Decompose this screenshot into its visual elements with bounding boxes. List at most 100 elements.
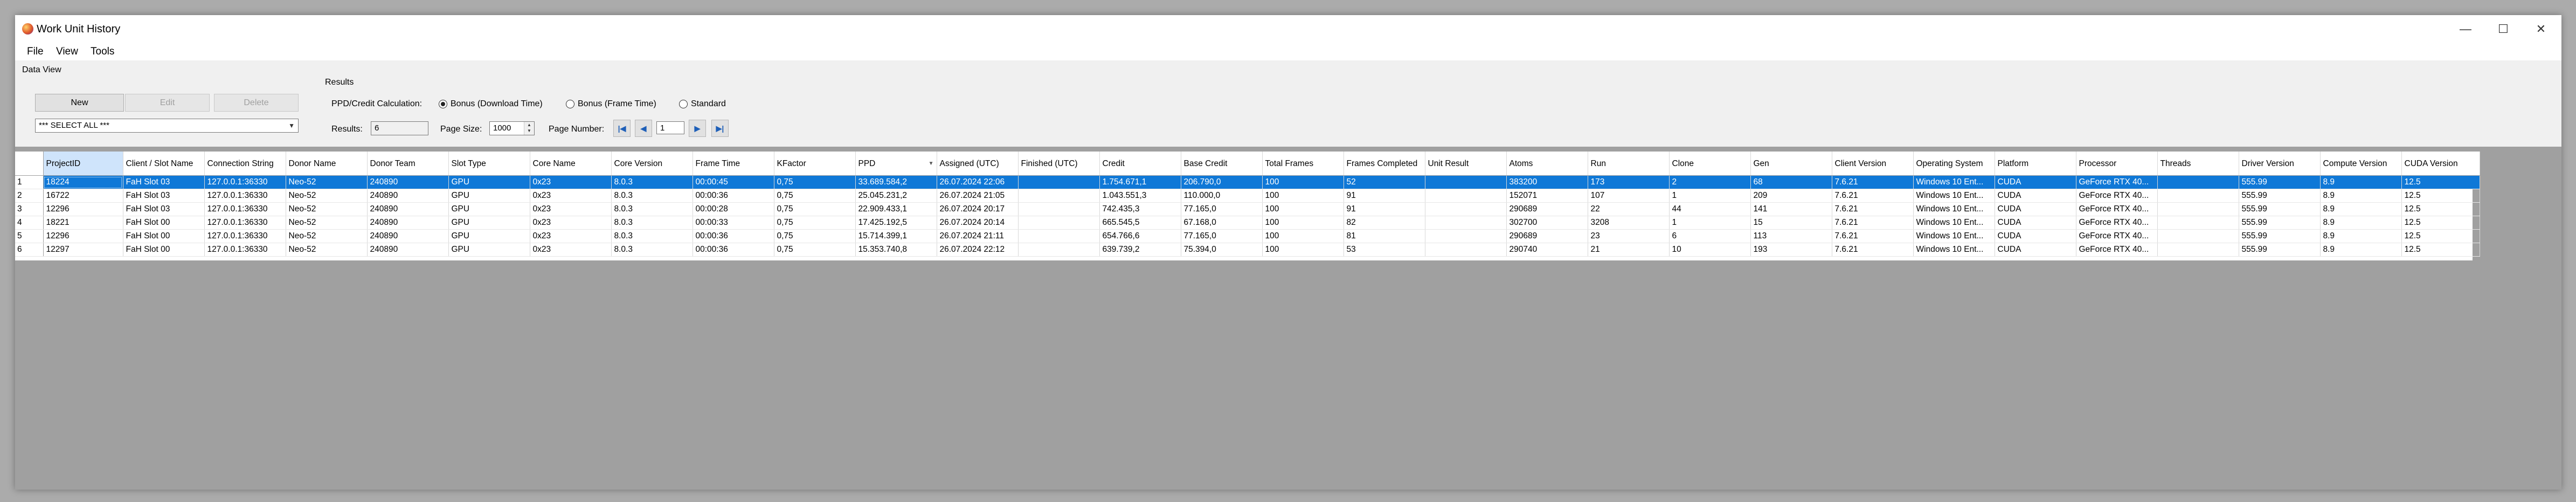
table-cell[interactable]: 240890 (367, 202, 449, 216)
table-cell[interactable]: 77.165,0 (1181, 229, 1263, 243)
table-cell[interactable]: 15.353.740,8 (855, 243, 937, 257)
table-cell[interactable] (1018, 216, 1100, 230)
table-cell[interactable]: 141 (1750, 202, 1832, 216)
table-cell[interactable]: 240890 (367, 175, 449, 189)
table-cell[interactable]: 0x23 (530, 216, 612, 230)
column-header[interactable]: Connection String (204, 152, 286, 176)
column-header[interactable]: Core Name (530, 152, 612, 176)
table-cell[interactable]: 100 (1262, 229, 1344, 243)
table-cell[interactable]: 22.909.433,1 (855, 202, 937, 216)
row-header-corner[interactable] (15, 152, 44, 176)
table-cell[interactable]: CUDA (1995, 202, 2076, 216)
table-cell[interactable]: 152071 (1506, 189, 1588, 203)
previous-page-button[interactable]: ◀ (635, 120, 652, 137)
table-cell[interactable]: CUDA (1995, 229, 2076, 243)
table-cell[interactable]: 00:00:45 (693, 175, 774, 189)
table-cell[interactable]: 0,75 (774, 189, 856, 203)
first-page-button[interactable]: |◀ (613, 120, 631, 137)
table-cell[interactable]: 26.07.2024 21:11 (937, 229, 1019, 243)
table-cell[interactable] (1425, 243, 1507, 257)
table-cell[interactable]: Neo-52 (286, 202, 368, 216)
table-cell[interactable]: 639.739,2 (1099, 243, 1181, 257)
column-header[interactable]: Donor Team (367, 152, 449, 176)
column-header[interactable]: Assigned (UTC) (937, 152, 1019, 176)
column-header[interactable]: Slot Type (448, 152, 530, 176)
table-cell[interactable]: 00:00:33 (693, 216, 774, 230)
table-cell[interactable]: 127.0.0.1:36330 (204, 189, 286, 203)
table-cell[interactable]: 33.689.584,2 (855, 175, 937, 189)
table-cell[interactable]: 12.5 (2401, 202, 2480, 216)
table-cell[interactable]: GPU (448, 189, 530, 203)
row-number[interactable]: 5 (15, 229, 44, 243)
table-cell[interactable] (2157, 202, 2239, 216)
column-header[interactable]: Core Version (611, 152, 693, 176)
table-cell[interactable]: 290689 (1506, 229, 1588, 243)
table-cell[interactable]: 53 (1344, 243, 1425, 257)
table-cell[interactable]: 110.000,0 (1181, 189, 1263, 203)
table-cell[interactable]: 7.6.21 (1832, 229, 1914, 243)
last-page-button[interactable]: ▶| (711, 120, 729, 137)
table-cell[interactable]: CUDA (1995, 243, 2076, 257)
column-header[interactable]: CUDA Version (2401, 152, 2480, 176)
table-cell[interactable]: GPU (448, 202, 530, 216)
table-cell[interactable]: Neo-52 (286, 175, 368, 189)
data-view-select[interactable]: *** SELECT ALL *** ▼ (35, 119, 299, 133)
table-cell[interactable]: 82 (1344, 216, 1425, 230)
table-cell[interactable]: 00:00:28 (693, 202, 774, 216)
table-cell[interactable]: GPU (448, 216, 530, 230)
table-cell[interactable]: 127.0.0.1:36330 (204, 229, 286, 243)
table-cell[interactable]: 8.0.3 (611, 229, 693, 243)
table-cell[interactable]: 555.99 (2239, 229, 2321, 243)
menu-view[interactable]: View (56, 46, 78, 58)
table-cell[interactable]: 1.754.671,1 (1099, 175, 1181, 189)
table-cell[interactable]: 193 (1750, 243, 1832, 257)
table-cell[interactable]: 12296 (43, 202, 123, 216)
radio-bonus-frame-time[interactable] (566, 100, 574, 108)
table-cell[interactable]: FaH Slot 03 (123, 202, 205, 216)
column-header[interactable]: Credit (1099, 152, 1181, 176)
table-cell[interactable]: 12.5 (2401, 175, 2480, 189)
table-cell[interactable]: 665.545,5 (1099, 216, 1181, 230)
row-number[interactable]: 6 (15, 243, 44, 257)
table-cell[interactable]: 81 (1344, 229, 1425, 243)
table-cell[interactable]: 3208 (1588, 216, 1670, 230)
row-number[interactable]: 4 (15, 216, 44, 230)
table-cell[interactable] (1425, 189, 1507, 203)
table-cell[interactable]: 16722 (43, 189, 123, 203)
column-header[interactable]: Frames Completed (1344, 152, 1425, 176)
row-number[interactable]: 3 (15, 202, 44, 216)
table-cell[interactable]: 0,75 (774, 229, 856, 243)
table-cell[interactable]: 0,75 (774, 216, 856, 230)
column-header[interactable]: PPD ▼ (855, 152, 937, 176)
table-cell[interactable]: 8.0.3 (611, 243, 693, 257)
table-cell[interactable]: 1.043.551,3 (1099, 189, 1181, 203)
table-cell[interactable]: 290689 (1506, 202, 1588, 216)
table-cell[interactable]: Windows 10 Ent... (1913, 216, 1995, 230)
delete-button[interactable]: Delete (214, 94, 299, 112)
table-cell[interactable]: 555.99 (2239, 243, 2321, 257)
table-cell[interactable]: 555.99 (2239, 189, 2321, 203)
table-cell[interactable]: 7.6.21 (1832, 189, 1914, 203)
table-row[interactable]: 6 12297 FaH Slot 00 127.0.0.1:36330 Neo-52 24… (15, 243, 2480, 257)
column-header[interactable]: Run (1588, 152, 1670, 176)
table-cell[interactable] (1425, 216, 1507, 230)
table-cell[interactable] (2157, 216, 2239, 230)
table-row[interactable]: 2 16722 FaH Slot 03 127.0.0.1:36330 Neo-52 24… (15, 189, 2480, 203)
table-cell[interactable]: 12.5 (2401, 243, 2480, 257)
table-cell[interactable]: 302700 (1506, 216, 1588, 230)
table-cell[interactable]: 26.07.2024 20:14 (937, 216, 1019, 230)
column-header[interactable]: Processor (2076, 152, 2158, 176)
table-cell[interactable]: 26.07.2024 21:05 (937, 189, 1019, 203)
table-cell[interactable] (2157, 243, 2239, 257)
table-cell[interactable]: 100 (1262, 216, 1344, 230)
table-row[interactable]: 1 18224 FaH Slot 03 127.0.0.1:36330 Neo-52 24… (15, 175, 2480, 189)
column-header[interactable]: ProjectID (43, 152, 123, 176)
table-cell[interactable]: 25.045.231,2 (855, 189, 937, 203)
table-cell[interactable]: 555.99 (2239, 175, 2321, 189)
table-cell[interactable]: Windows 10 Ent... (1913, 243, 1995, 257)
table-cell[interactable]: 8.0.3 (611, 202, 693, 216)
column-header[interactable]: Total Frames (1262, 152, 1344, 176)
column-header[interactable]: Unit Result (1425, 152, 1507, 176)
table-cell[interactable] (1425, 175, 1507, 189)
column-header[interactable]: Clone (1669, 152, 1751, 176)
